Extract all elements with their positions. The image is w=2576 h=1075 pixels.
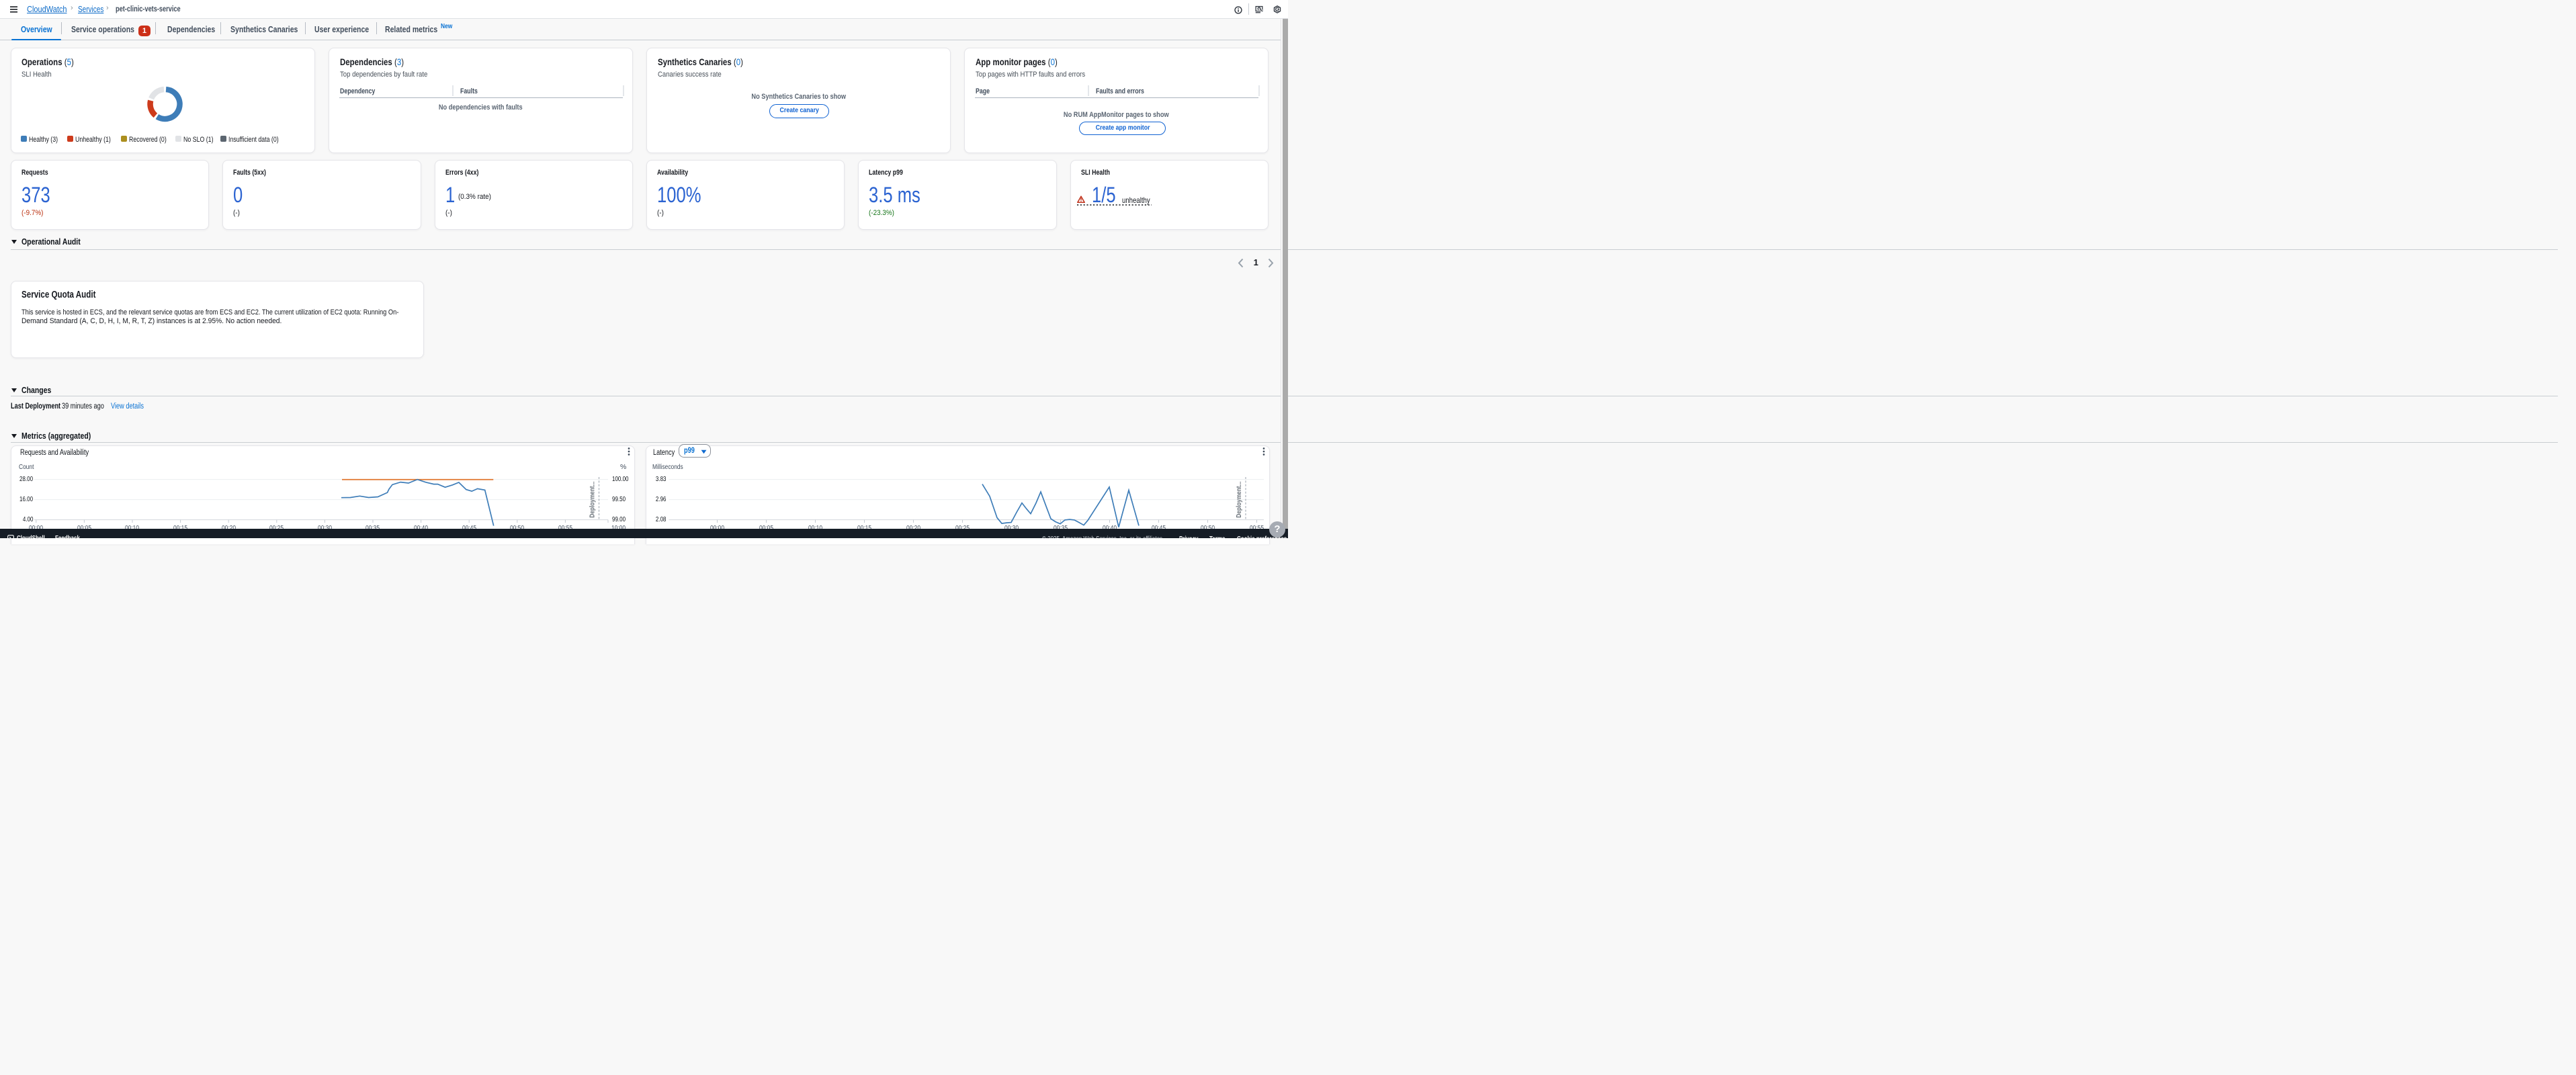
svg-text:Deployment...: Deployment... — [589, 482, 597, 518]
svg-text:Deployment...: Deployment... — [1235, 482, 1243, 518]
